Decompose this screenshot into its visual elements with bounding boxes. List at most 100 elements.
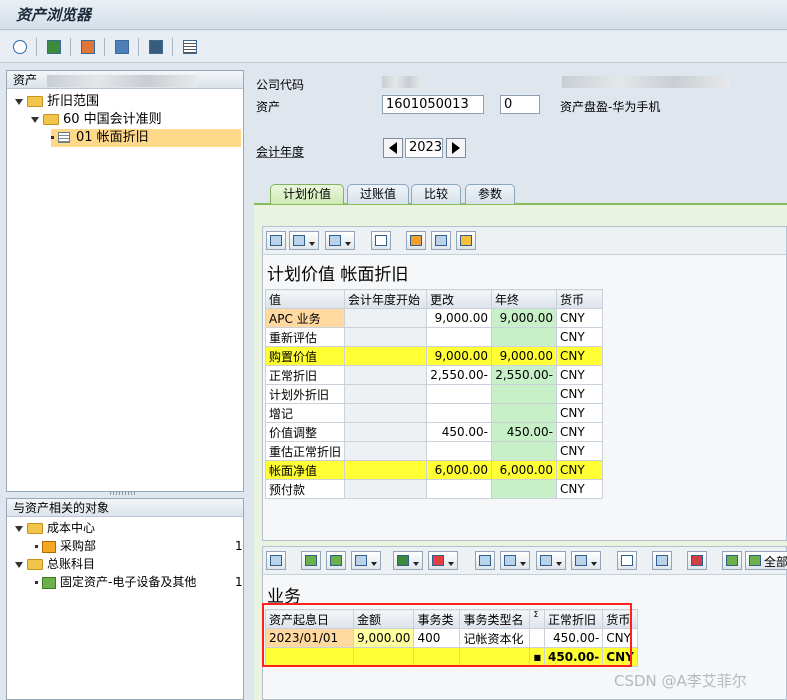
cell-currency[interactable]: CNY	[556, 365, 604, 385]
next-year-button[interactable]	[446, 138, 466, 158]
asset-subnumber-field[interactable]: 0	[500, 95, 540, 114]
cell-year-end[interactable]	[491, 479, 558, 499]
cell-start[interactable]	[344, 308, 428, 328]
cell-currency[interactable]: CNY	[556, 346, 604, 366]
cell-change[interactable]	[426, 441, 493, 461]
cell-start[interactable]	[344, 460, 428, 480]
cell-name[interactable]: 价值调整	[264, 422, 346, 442]
cell-change[interactable]	[426, 327, 493, 347]
refresh-icon[interactable]	[10, 37, 30, 57]
hierarchy-icon[interactable]	[78, 37, 98, 57]
tree-node-gl-account[interactable]: 总账科目	[15, 555, 95, 573]
info-icon[interactable]	[371, 231, 391, 250]
clock-icon[interactable]	[456, 231, 476, 250]
cell-name[interactable]: 计划外折旧	[264, 384, 346, 404]
tree-node-purchasing[interactable]: 采购部	[35, 537, 96, 555]
layout-dropdown-icon[interactable]	[571, 551, 601, 570]
cell-name[interactable]: 重估正常折旧	[264, 441, 346, 461]
info-icon[interactable]	[617, 551, 637, 570]
column-header[interactable]: 年终	[491, 289, 558, 309]
table-row[interactable]: 价值调整 450.00- 450.00- CNY	[264, 422, 604, 442]
cell-change[interactable]	[426, 479, 493, 499]
filter-dropdown-icon[interactable]	[351, 551, 381, 570]
cell-currency[interactable]: CNY	[556, 327, 604, 347]
cell-year-end[interactable]: 2,550.00-	[491, 365, 558, 385]
tree-node-depreciation-area[interactable]: 折旧范围	[15, 93, 99, 111]
table-row[interactable]: 帐面净值 6,000.00 6,000.00 CNY	[264, 460, 604, 480]
all-button[interactable]: 全部	[745, 551, 787, 570]
org-icon[interactable]	[112, 37, 132, 57]
cell-currency[interactable]: CNY	[556, 384, 604, 404]
details-icon[interactable]	[266, 551, 286, 570]
column-header[interactable]: 会计年度开始	[344, 289, 428, 309]
stamp-icon[interactable]	[687, 551, 707, 570]
cell-name[interactable]: 重新评估	[264, 327, 346, 347]
table-row[interactable]: 计划外折旧 CNY	[264, 384, 604, 404]
cell-change[interactable]	[426, 384, 493, 404]
tab-planned-values[interactable]: 计划价值	[270, 184, 345, 204]
table-row[interactable]: 重估正常折旧 CNY	[264, 441, 604, 461]
view-dropdown-icon[interactable]	[500, 551, 530, 570]
copy-icon[interactable]	[652, 551, 672, 570]
cell-year-end[interactable]	[491, 327, 558, 347]
flag-icon[interactable]	[406, 231, 426, 250]
expand-icon[interactable]	[31, 116, 39, 123]
sort-ascending-icon[interactable]	[301, 551, 321, 570]
view-dropdown-icon[interactable]	[289, 231, 319, 250]
cell-change[interactable]: 9,000.00	[426, 346, 493, 366]
export-dropdown-icon[interactable]	[325, 231, 355, 250]
cell-currency[interactable]: CNY	[556, 422, 604, 442]
cell-year-end[interactable]: 450.00-	[491, 422, 558, 442]
cell-currency[interactable]: CNY	[556, 479, 604, 499]
cell-name[interactable]: 正常折旧	[264, 365, 346, 385]
asset-number-field[interactable]: 1601050013	[382, 95, 484, 114]
column-header[interactable]: 值	[264, 289, 346, 309]
print-icon[interactable]	[475, 551, 495, 570]
cell-change[interactable]: 2,550.00-	[426, 365, 493, 385]
cell-start[interactable]	[344, 346, 428, 366]
pane-resize-handle[interactable]	[110, 491, 136, 495]
cell-name[interactable]: 购置价值	[264, 346, 346, 366]
save-icon[interactable]	[44, 37, 64, 57]
tab-posted-values[interactable]: 过账值	[347, 184, 410, 204]
cell-year-end[interactable]	[491, 403, 558, 423]
cell-change[interactable]: 9,000.00	[426, 308, 493, 328]
cell-currency[interactable]: CNY	[556, 403, 604, 423]
tree-node-accounting-standard[interactable]: 60 中国会计准则	[31, 111, 162, 129]
cell-name[interactable]: 增记	[264, 403, 346, 423]
table-row[interactable]: APC 业务 9,000.00 9,000.00 CNY	[264, 308, 604, 328]
cell-currency[interactable]: CNY	[556, 308, 604, 328]
cell-start[interactable]	[344, 327, 428, 347]
sort-descending-icon[interactable]	[326, 551, 346, 570]
cell-year-end[interactable]: 9,000.00	[491, 308, 558, 328]
tree-node-cost-center[interactable]: 成本中心	[15, 519, 95, 537]
tree-node-fixed-asset-account[interactable]: 固定资产-电子设备及其他	[35, 573, 196, 591]
export-dropdown-icon[interactable]	[536, 551, 566, 570]
fiscal-year-field[interactable]: 2023	[405, 138, 443, 158]
cell-year-end[interactable]: 6,000.00	[491, 460, 558, 480]
cell-name[interactable]: 预付款	[264, 479, 346, 499]
cell-year-end[interactable]	[491, 441, 558, 461]
expand-icon[interactable]	[15, 561, 23, 568]
cell-start[interactable]	[344, 422, 428, 442]
cell-start[interactable]	[344, 441, 428, 461]
settings-icon[interactable]	[146, 37, 166, 57]
cell-name[interactable]: APC 业务	[264, 308, 346, 328]
calculator-icon[interactable]	[431, 231, 451, 250]
column-header[interactable]: 货币	[556, 289, 604, 309]
cell-change[interactable]: 6,000.00	[426, 460, 493, 480]
prev-year-button[interactable]	[383, 138, 403, 158]
print-icon[interactable]	[266, 231, 286, 250]
cell-start[interactable]	[344, 384, 428, 404]
column-header[interactable]: 更改	[426, 289, 493, 309]
cell-change[interactable]: 450.00-	[426, 422, 493, 442]
table-row[interactable]: 正常折旧 2,550.00- 2,550.00- CNY	[264, 365, 604, 385]
cell-change[interactable]	[426, 403, 493, 423]
cell-name[interactable]: 帐面净值	[264, 460, 346, 480]
tab-parameters[interactable]: 参数	[465, 184, 516, 204]
table-row[interactable]: 预付款 CNY	[264, 479, 604, 499]
table-row[interactable]: 购置价值 9,000.00 9,000.00 CNY	[264, 346, 604, 366]
list-icon[interactable]	[180, 37, 200, 57]
expand-icon[interactable]	[15, 525, 23, 532]
cell-year-end[interactable]	[491, 384, 558, 404]
